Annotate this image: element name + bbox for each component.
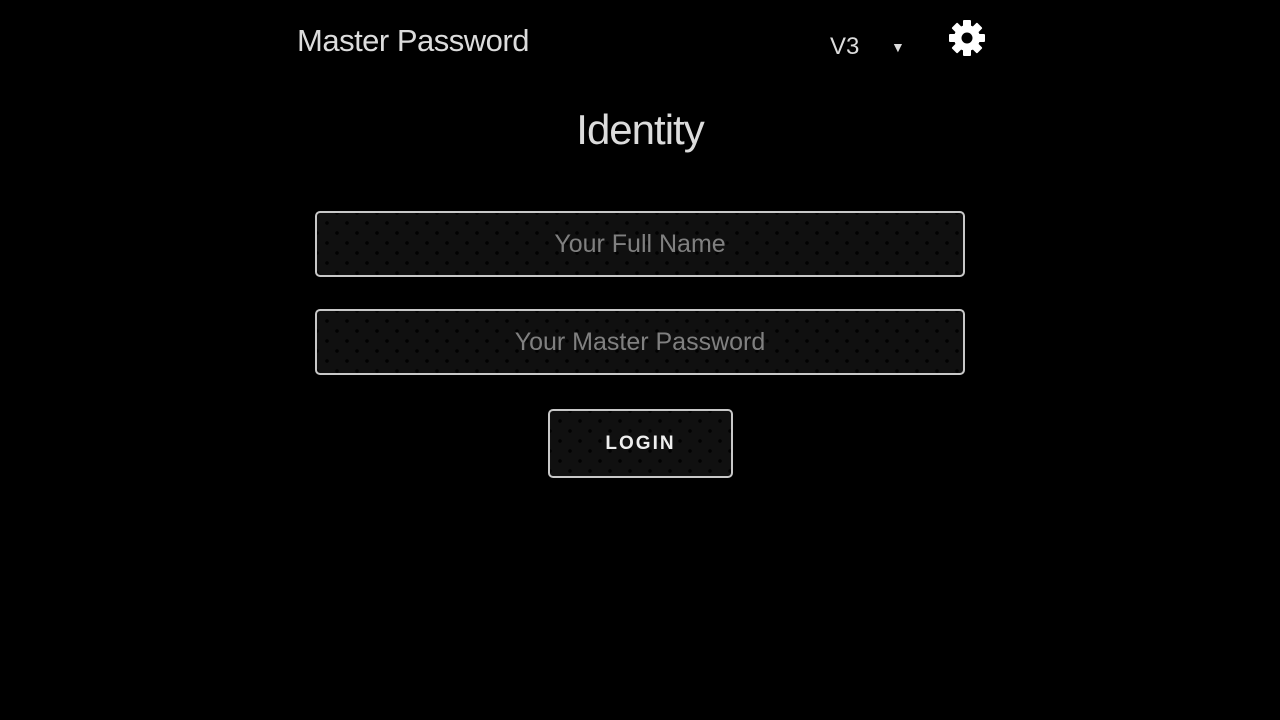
login-button[interactable]: LOGIN	[548, 409, 733, 478]
settings-button[interactable]	[947, 18, 987, 58]
login-button-label: LOGIN	[605, 432, 676, 454]
page-title: Identity	[576, 106, 704, 153]
version-value: V3	[830, 33, 860, 60]
gear-icon	[949, 20, 985, 56]
master-password-field[interactable]	[315, 309, 965, 375]
full-name-input[interactable]	[317, 212, 963, 276]
app-title: Master Password	[297, 23, 529, 58]
full-name-field[interactable]	[315, 211, 965, 277]
master-password-input[interactable]	[317, 310, 963, 374]
app-window: Master Password V3 ▼ Identity L	[0, 0, 1280, 720]
chevron-down-icon: ▼	[891, 39, 905, 55]
version-select[interactable]: V3 ▼	[830, 30, 910, 64]
